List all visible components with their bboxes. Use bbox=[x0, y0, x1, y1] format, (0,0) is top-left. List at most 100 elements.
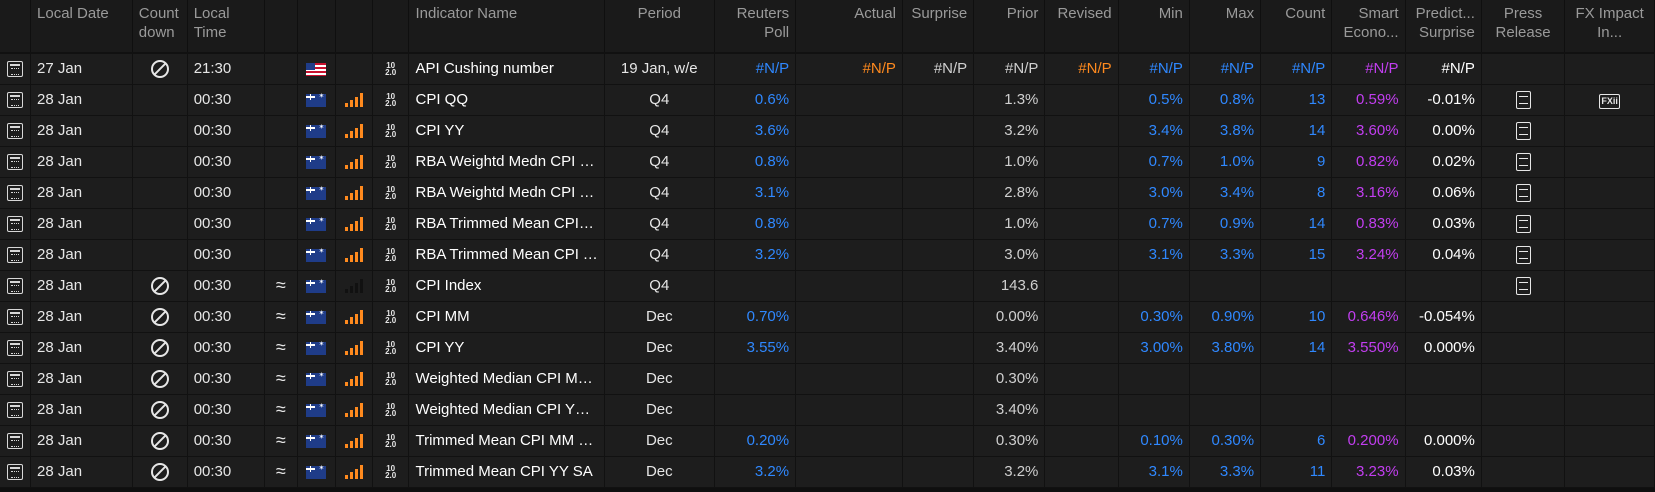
column-header-name[interactable]: Indicator Name bbox=[408, 0, 605, 53]
column-header-countdown[interactable]: Count down bbox=[132, 0, 188, 53]
indicator-name[interactable]: API Cushing number bbox=[408, 52, 605, 85]
column-header-flag[interactable] bbox=[297, 0, 337, 53]
row-icon-cell[interactable] bbox=[0, 177, 32, 209]
indicator-name[interactable]: CPI Index bbox=[408, 270, 605, 302]
indicator-name[interactable]: RBA Trimmed Mean CPI QQ bbox=[408, 208, 605, 240]
table-row[interactable]: 28 Jan 00:30 ≈102.0 Trimmed Mean CPI YY SAD… bbox=[0, 456, 1655, 488]
table-row[interactable]: 28 Jan 00:30 102.0 CPI YYQ43.6% 3.2% 3.4%3.8%… bbox=[0, 115, 1655, 147]
column-header-revised[interactable]: Revised bbox=[1044, 0, 1119, 53]
calendar-icon[interactable] bbox=[7, 340, 23, 357]
column-header-fx[interactable]: FX Impact In... bbox=[1564, 0, 1655, 53]
indicator-name[interactable]: Trimmed Mean CPI MM SA bbox=[408, 425, 605, 457]
calendar-icon[interactable] bbox=[7, 123, 23, 140]
column-header-prior[interactable]: Prior bbox=[973, 0, 1046, 53]
column-header-count[interactable]: Count bbox=[1260, 0, 1333, 53]
column-header-poll[interactable]: Reuters Poll bbox=[714, 0, 797, 53]
calendar-icon[interactable] bbox=[7, 402, 23, 419]
calendar-icon[interactable] bbox=[7, 278, 23, 295]
calendar-icon[interactable] bbox=[7, 247, 23, 264]
calendar-icon[interactable] bbox=[7, 216, 23, 233]
table-row[interactable]: 28 Jan 00:30 ≈102.0 CPI YYDec3.55% 3.40% 3.00… bbox=[0, 332, 1655, 364]
type-cell: 10 2.0 bbox=[372, 208, 410, 240]
document-icon[interactable] bbox=[1515, 245, 1531, 264]
row-icon-cell[interactable] bbox=[0, 456, 32, 488]
indicator-name[interactable]: CPI YY bbox=[408, 332, 605, 364]
row-icon-cell[interactable] bbox=[0, 239, 32, 271]
press-release-cell[interactable] bbox=[1481, 208, 1566, 240]
calendar-icon[interactable] bbox=[7, 154, 23, 171]
row-icon-cell[interactable] bbox=[0, 425, 32, 457]
column-header-date[interactable]: Local Date bbox=[30, 0, 133, 53]
column-header-type[interactable] bbox=[372, 0, 410, 53]
calendar-icon[interactable] bbox=[7, 92, 23, 109]
flag-cell bbox=[297, 301, 337, 333]
row-icon-cell[interactable] bbox=[0, 270, 32, 302]
document-icon[interactable] bbox=[1515, 121, 1531, 140]
indicator-name[interactable]: RBA Weightd Medn CPI YY bbox=[408, 177, 605, 209]
fx-impact-icon[interactable]: FXii bbox=[1599, 93, 1620, 109]
calendar-icon[interactable] bbox=[7, 309, 23, 326]
column-header-period[interactable]: Period bbox=[604, 0, 715, 53]
column-header-press[interactable]: Press Release bbox=[1481, 0, 1566, 53]
indicator-name[interactable]: Weighted Median CPI MM SA bbox=[408, 363, 605, 395]
row-icon-cell[interactable] bbox=[0, 146, 32, 178]
table-row[interactable]: 28 Jan 00:30 ≈102.0 Trimmed Mean CPI MM SAD… bbox=[0, 425, 1655, 457]
column-header-importance[interactable] bbox=[335, 0, 373, 53]
row-icon-cell[interactable] bbox=[0, 208, 32, 240]
actual bbox=[795, 270, 903, 302]
document-icon[interactable] bbox=[1515, 214, 1531, 233]
flag-cell bbox=[297, 239, 337, 271]
table-row[interactable]: 28 Jan 00:30 102.0 RBA Trimmed Mean CPI YYQ… bbox=[0, 239, 1655, 271]
calendar-icon[interactable] bbox=[7, 433, 23, 450]
row-icon-cell[interactable] bbox=[0, 84, 32, 116]
calendar-icon[interactable] bbox=[7, 185, 23, 202]
table-row[interactable]: 28 Jan 00:30 102.0 CPI QQQ40.6% 1.3% 0.5%0.8%… bbox=[0, 84, 1655, 116]
press-release-cell[interactable] bbox=[1481, 270, 1566, 302]
column-header-predict[interactable]: Predict... Surprise bbox=[1405, 0, 1482, 53]
indicator-name[interactable]: Trimmed Mean CPI YY SA bbox=[408, 456, 605, 488]
document-icon[interactable] bbox=[1515, 152, 1531, 171]
row-icon-cell[interactable] bbox=[0, 301, 32, 333]
indicator-name[interactable]: CPI QQ bbox=[408, 84, 605, 116]
calendar-icon[interactable] bbox=[7, 464, 23, 481]
indicator-name[interactable]: CPI MM bbox=[408, 301, 605, 333]
table-row[interactable]: 28 Jan 00:30 102.0 RBA Trimmed Mean CPI QQQ… bbox=[0, 208, 1655, 240]
document-icon[interactable] bbox=[1515, 183, 1531, 202]
indicator-name[interactable]: CPI YY bbox=[408, 115, 605, 147]
press-release-cell[interactable] bbox=[1481, 239, 1566, 271]
table-row[interactable]: 28 Jan 00:30 ≈102.0 Weighted Median CPI MM … bbox=[0, 363, 1655, 395]
indicator-name[interactable]: RBA Weightd Medn CPI QQ bbox=[408, 146, 605, 178]
table-row[interactable]: 28 Jan 00:30 ≈102.0 Weighted Median CPI YY … bbox=[0, 394, 1655, 426]
column-header-smart[interactable]: Smart Econo... bbox=[1331, 0, 1406, 53]
actual bbox=[795, 301, 903, 333]
column-header-icon[interactable] bbox=[0, 0, 32, 53]
column-header-min[interactable]: Min bbox=[1118, 0, 1190, 53]
row-icon-cell[interactable] bbox=[0, 394, 32, 426]
table-row[interactable]: 28 Jan 00:30 102.0 RBA Weightd Medn CPI YYQ… bbox=[0, 177, 1655, 209]
column-header-actual[interactable]: Actual bbox=[795, 0, 903, 53]
row-icon-cell[interactable] bbox=[0, 363, 32, 395]
press-release-cell[interactable] bbox=[1481, 115, 1566, 147]
fx-impact-cell[interactable]: FXii bbox=[1564, 84, 1655, 116]
table-row[interactable]: 28 Jan 00:30 102.0 RBA Weightd Medn CPI QQQ… bbox=[0, 146, 1655, 178]
column-header-approx[interactable] bbox=[264, 0, 298, 53]
table-row[interactable]: 28 Jan 00:30 ≈102.0 CPI MMDec0.70% 0.00% 0.30… bbox=[0, 301, 1655, 333]
column-header-max[interactable]: Max bbox=[1189, 0, 1262, 53]
indicator-name[interactable]: Weighted Median CPI YY SA bbox=[408, 394, 605, 426]
calendar-icon[interactable] bbox=[7, 371, 23, 388]
row-icon-cell[interactable] bbox=[0, 115, 32, 147]
press-release-cell[interactable] bbox=[1481, 177, 1566, 209]
press-release-cell[interactable] bbox=[1481, 84, 1566, 116]
table-row[interactable]: 27 Jan 21:30 10 2.0 API Cushing number 19 Jan… bbox=[0, 52, 1655, 85]
calendar-icon[interactable] bbox=[7, 61, 23, 78]
column-header-time[interactable]: Local Time bbox=[187, 0, 266, 53]
indicator-name[interactable]: RBA Trimmed Mean CPI YY bbox=[408, 239, 605, 271]
row-icon-cell[interactable] bbox=[0, 52, 32, 85]
table-row[interactable]: 28 Jan 00:30 ≈102.0 CPI IndexQ4 143.6 bbox=[0, 270, 1655, 302]
press-release-cell[interactable] bbox=[1481, 146, 1566, 178]
document-icon[interactable] bbox=[1515, 90, 1531, 109]
document-icon[interactable] bbox=[1515, 276, 1531, 295]
approx-cell bbox=[264, 177, 298, 209]
row-icon-cell[interactable] bbox=[0, 332, 32, 364]
column-header-surprise[interactable]: Surprise bbox=[902, 0, 975, 53]
